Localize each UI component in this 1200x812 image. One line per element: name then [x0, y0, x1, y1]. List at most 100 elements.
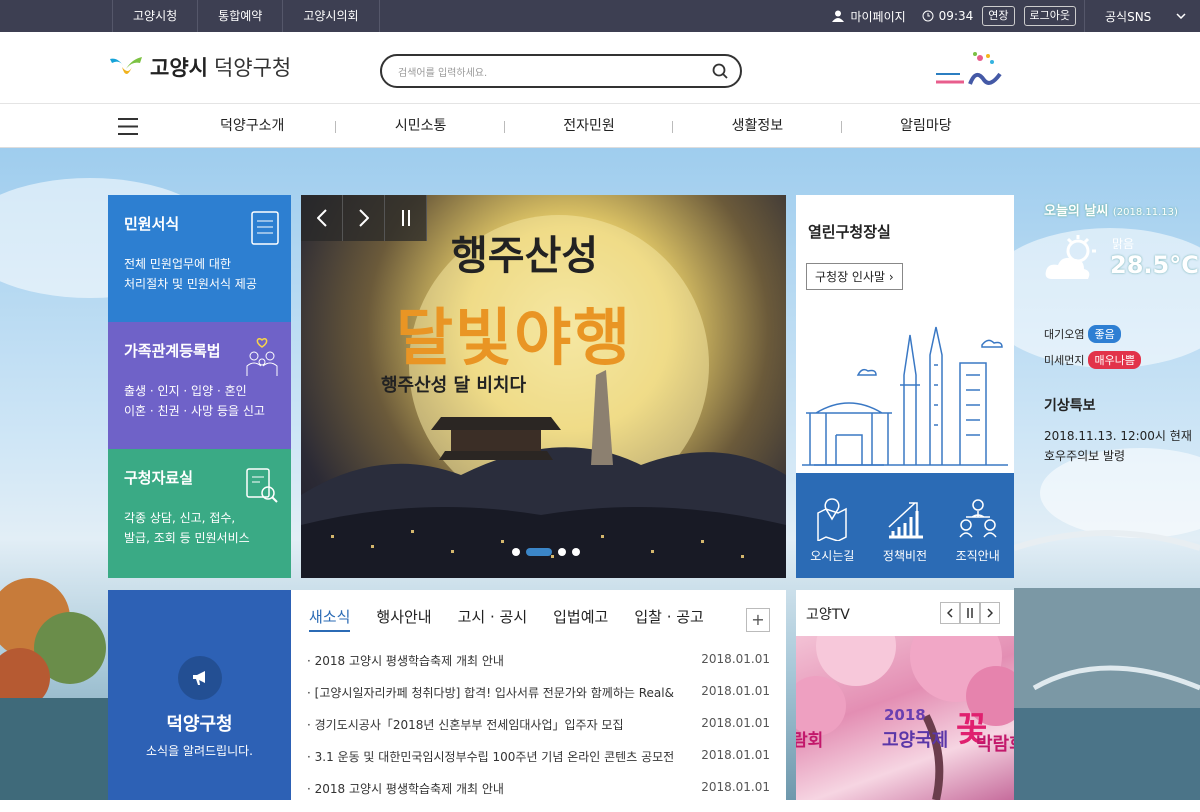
air-quality-badge: 좋음 — [1088, 325, 1121, 343]
top-utility-bar: 고양시청 통합예약 고양시의회 마이페이지 09:34 연장 로그아웃 공식SN… — [0, 0, 1200, 32]
nav-item-life-info[interactable]: 생활정보 — [673, 104, 843, 148]
link-city-hall[interactable]: 고양시청 — [112, 0, 199, 32]
search-icon[interactable] — [712, 63, 728, 79]
card-civil-forms[interactable]: 민원서식 전체 민원업무에 대한 처리절차 및 민원서식 제공 — [108, 195, 291, 322]
news-item-date: 2018.01.01 — [701, 716, 770, 730]
banner-dot[interactable] — [512, 548, 520, 556]
hamburger-menu-icon[interactable] — [118, 118, 138, 135]
tv-pause-button[interactable] — [960, 602, 980, 624]
extend-button[interactable]: 연장 — [982, 6, 1015, 26]
banner-dot[interactable] — [558, 548, 566, 556]
goyang-logo-icon — [110, 57, 142, 74]
megaphone-icon-wrap — [177, 656, 222, 700]
city-skyline-illustration — [802, 326, 1008, 466]
card-data-room-desc2: 발급, 조회 등 민원서비스 — [124, 531, 250, 545]
search-placeholder: 검색어를 입력하세요. — [398, 67, 488, 79]
air-quality-label: 대기오염 — [1044, 328, 1085, 341]
search-input[interactable]: 검색어를 입력하세요. — [380, 54, 742, 88]
card-data-room[interactable]: 구청자료실 각종 상담, 신고, 접수, 발급, 조회 등 민원서비스 — [108, 449, 291, 578]
chevron-left-icon — [316, 209, 327, 227]
megaphone-icon — [192, 671, 205, 685]
news-item-date: 2018.01.01 — [701, 652, 770, 666]
district-news-box: 덕양구청 소식을 알려드립니다. — [108, 590, 291, 800]
nav-item-intro[interactable]: 덕양구소개 — [168, 104, 337, 148]
tv-next-button[interactable] — [980, 602, 1000, 624]
tv-video-thumbnail[interactable]: 람회 2018 고양국제 꽃 박람회 — [796, 636, 1014, 800]
sns-label: 공식SNS — [1105, 9, 1152, 24]
document-icon — [251, 211, 279, 245]
quick-link-directions[interactable]: 오시는길 — [796, 473, 869, 578]
org-chart-icon — [959, 499, 997, 538]
chevron-right-icon — [987, 608, 993, 618]
news-list-item[interactable]: · 2018 고양시 평생학습축제 개최 안내 2018.01.01 — [307, 780, 770, 812]
news-list-item[interactable]: · 3.1 운동 및 대한민국임시정부수립 100주년 기념 온라인 콘텐츠 공… — [307, 748, 770, 780]
tab-legislation[interactable]: 입법예고 — [553, 606, 608, 632]
news-item-title: 2018 고양시 평생학습축제 개최 안내 — [314, 782, 504, 796]
news-item-date: 2018.01.01 — [701, 780, 770, 794]
card-data-room-desc1: 각종 상담, 신고, 접수, — [124, 511, 236, 525]
goyang-tv-title: 고양TV — [806, 607, 850, 623]
nav-item-notice[interactable]: 알림마당 — [842, 104, 1010, 148]
banner-pause-button[interactable] — [385, 195, 427, 241]
logo-district-name: 덕양구청 — [213, 56, 292, 80]
weather-warning-title: 기상특보 — [1044, 398, 1096, 414]
link-council[interactable]: 고양시의회 — [283, 0, 380, 32]
pause-icon — [401, 210, 410, 226]
mayor-greeting-label: 구청장 인사말 — [815, 270, 886, 284]
card-family-registry-desc2: 이혼 · 친권 · 사망 등을 신고 — [124, 404, 265, 418]
site-logo[interactable]: 고양시 덕양구청 — [108, 52, 291, 82]
fine-dust-label: 미세먼지 — [1044, 354, 1085, 367]
district-news-subtitle: 소식을 알려드립니다. — [146, 744, 253, 758]
sns-dropdown[interactable]: 공식SNS — [1084, 0, 1200, 32]
quick-link-directions-label: 오시는길 — [810, 549, 855, 563]
banner-next-button[interactable] — [343, 195, 385, 241]
logout-button[interactable]: 로그아웃 — [1023, 6, 1076, 26]
weather-temperature: 28.5°C — [1110, 251, 1199, 279]
news-list-item[interactable]: · [고양시일자리카페 청취다방] 합격! 입사서류 전문가와 함께하는 Rea… — [307, 684, 770, 716]
news-item-date: 2018.01.01 — [701, 684, 770, 698]
card-family-registry[interactable]: 가족관계등록법 출생 · 인지 · 입양 · 혼인 이혼 · 친권 · 사망 등… — [108, 322, 291, 449]
banner-dot-active[interactable] — [526, 548, 552, 556]
banner-title-1: 행주산성 — [451, 232, 599, 279]
quick-links: 오시는길 정책비전 조직안내 — [796, 473, 1014, 578]
fine-dust-badge: 매우나쁨 — [1088, 351, 1141, 369]
main-banner[interactable]: 행주산성 달빛야행 행주산성 달 비치다 — [301, 195, 786, 578]
banner-subtitle: 행주산성 달 비치다 — [381, 375, 527, 396]
more-news-button[interactable]: + — [746, 608, 770, 632]
tab-bids[interactable]: 입찰 · 공고 — [634, 606, 704, 632]
nav-item-e-civil[interactable]: 전자민원 — [505, 104, 674, 148]
banner-dot[interactable] — [572, 548, 580, 556]
news-item-title: 2018 고양시 평생학습축제 개최 안내 — [314, 654, 504, 668]
news-list-item[interactable]: · 경기도시공사「2018년 신혼부부 전세임대사업」입주자 모집 2018.01… — [307, 716, 770, 748]
chevron-left-icon — [947, 608, 953, 618]
weather-status: 맑음 — [1112, 237, 1135, 251]
tv-prev-button[interactable] — [940, 602, 960, 624]
tv-poster-expo: 박람회 — [976, 734, 1014, 755]
banner-controls — [301, 195, 427, 241]
news-board: 새소식 행사안내 고시 · 공시 입법예고 입찰 · 공고 + · 2018 고… — [291, 590, 786, 800]
mypage-label: 마이페이지 — [850, 9, 906, 24]
user-icon — [832, 10, 845, 22]
banner-prev-button[interactable] — [301, 195, 343, 241]
mayor-office-panel: 열린구청장실 구청장 인사말 › — [796, 195, 1014, 473]
link-reservation[interactable]: 통합예약 — [198, 0, 284, 32]
tab-announcements[interactable]: 고시 · 공시 — [458, 606, 528, 632]
mypage-link[interactable]: 마이페이지 — [823, 8, 913, 25]
tv-poster-text-left: 람회 — [796, 731, 824, 751]
partly-cloudy-icon — [1045, 235, 1096, 279]
clipboard-search-icon — [246, 468, 278, 503]
clock-icon — [922, 10, 934, 22]
news-list-item[interactable]: · 2018 고양시 평생학습축제 개최 안내 2018.01.01 — [307, 652, 770, 684]
mayor-greeting-button[interactable]: 구청장 인사말 › — [806, 263, 903, 290]
quick-link-policy[interactable]: 정책비전 — [869, 473, 942, 578]
tab-news[interactable]: 새소식 — [309, 606, 351, 632]
news-item-title: 3.1 운동 및 대한민국임시정부수립 100주년 기념 온라인 콘텐츠 공모전 — [314, 750, 675, 764]
card-civil-forms-desc1: 전체 민원업무에 대한 — [124, 257, 231, 271]
tv-poster-title: 고양국제 — [882, 730, 949, 751]
quick-link-organization-label: 조직안내 — [955, 549, 1000, 563]
district-news-title: 덕양구청 — [166, 714, 233, 735]
quick-link-organization[interactable]: 조직안내 — [941, 473, 1014, 578]
tab-events[interactable]: 행사안내 — [376, 606, 431, 632]
map-pin-icon — [817, 498, 848, 541]
nav-item-communication[interactable]: 시민소통 — [336, 104, 506, 148]
